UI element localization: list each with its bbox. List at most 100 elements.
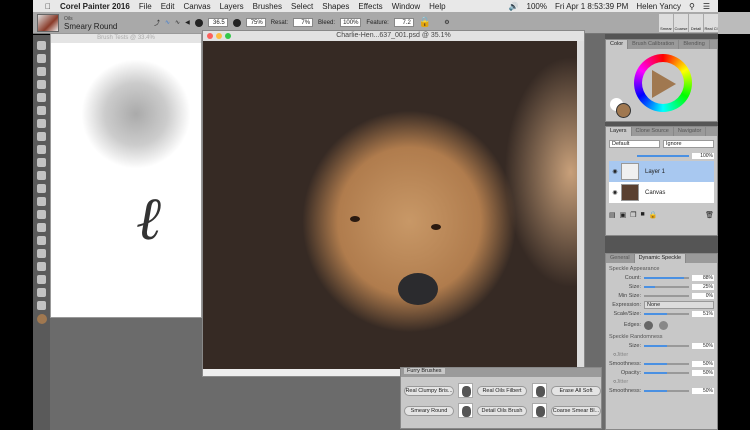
scale-value[interactable]: 51% [692,310,714,317]
magnifier-icon[interactable] [37,288,46,297]
color-triangle[interactable] [652,70,676,98]
pen-icon[interactable] [37,171,46,180]
composite-select[interactable]: Ignore [663,140,714,148]
tab-brush-calibration[interactable]: Brush Calibration [628,40,680,49]
painting-canvas[interactable] [203,41,578,369]
recent-brush[interactable]: Detail [689,13,703,32]
dodge-icon[interactable] [37,236,46,245]
stylus-icon[interactable]: ⚙ [444,19,449,26]
expression-select[interactable]: None [644,300,714,309]
soft-edge-option[interactable] [659,320,668,330]
menu-layers[interactable]: Layers [220,2,244,11]
menu-file[interactable]: File [139,2,152,11]
count-slider[interactable] [644,276,689,279]
menu-window[interactable]: Window [392,2,420,11]
bleed-field[interactable]: 100% [340,18,362,27]
zoom-button[interactable] [225,33,231,39]
resat-field[interactable]: 7% [293,18,314,27]
layer-opacity-value[interactable]: 100% [692,152,714,159]
text-icon[interactable] [37,197,46,206]
tab-clone-source[interactable]: Clone Source [632,127,674,136]
rotate-icon[interactable] [37,301,46,310]
rectangle-icon[interactable] [37,184,46,193]
menu-app[interactable]: Corel Painter 2016 [60,2,130,11]
main-color-swatch[interactable] [36,314,47,324]
brush-button[interactable]: Coarse Smear Bl... [551,406,601,416]
layer-opacity-slider[interactable] [637,154,689,157]
rect-select-icon[interactable] [37,119,46,128]
brush-selector[interactable]: Oils Smeary Round [64,15,124,31]
dropper-tool-icon[interactable] [37,54,46,63]
user-name[interactable]: Helen Yancy [636,2,681,11]
feature-field[interactable]: 7.2 [393,18,414,27]
tab-blending[interactable]: Blending [679,40,710,49]
crop-icon[interactable] [37,145,46,154]
tab-navigator[interactable]: Navigator [674,127,707,136]
grabber-icon[interactable] [37,275,46,284]
rand-opacity-slider[interactable] [644,371,689,374]
vertical-scrollbar[interactable] [577,41,584,369]
layer-row[interactable]: ◉ Layer 1 [609,161,714,182]
color-wheel[interactable] [634,54,692,112]
mask-icon[interactable]: ▣ [620,211,627,219]
new-layer-icon[interactable]: ■ [641,211,645,219]
datetime[interactable]: Fri Apr 1 8:53:39 PM [555,2,628,11]
eye-icon[interactable]: ◉ [609,189,621,196]
brush-tests-window[interactable]: Brush Tests @ 33.4% ℓ [50,33,202,318]
count-value[interactable]: 88% [692,274,714,281]
lock-layer-icon[interactable]: 🔒 [649,211,658,219]
rand-opacity-value[interactable]: 50% [692,369,714,376]
menu-shapes[interactable]: Shapes [322,2,349,11]
minimize-button[interactable] [216,33,222,39]
brush-ghost-icon[interactable]: ◀ [185,19,190,26]
menu-brushes[interactable]: Brushes [253,2,282,11]
hard-edge-option[interactable] [644,320,653,330]
min-size-value[interactable]: 0% [692,292,714,299]
cloner-icon[interactable] [37,223,46,232]
brush-tool-icon[interactable] [37,41,46,50]
layer-row[interactable]: ◉ Canvas [609,182,714,203]
size-field[interactable]: 36.5 [207,18,228,27]
list-icon[interactable]: ☰ [703,2,710,11]
tab-layers[interactable]: Layers [606,127,632,136]
blend-mode-select[interactable]: Default [609,140,660,148]
battery-status[interactable]: 100% [527,2,547,11]
magic-wand-icon[interactable] [37,132,46,141]
min-size-slider[interactable] [644,294,689,297]
main-color-swatch[interactable] [616,103,631,118]
search-icon[interactable]: ⚲ [689,2,695,11]
recent-brush[interactable]: Real Cl [704,13,718,32]
document-window[interactable]: Charlie-Hen...637_001.psd @ 35.1% [202,30,585,377]
delete-layer-icon[interactable]: 🗑 [705,211,714,219]
rand-size-value[interactable]: 50% [692,342,714,349]
brush-button[interactable]: Real Oils Filbert [477,386,527,396]
brush-button[interactable]: Real Clumpy Bris... [404,386,454,396]
menu-select[interactable]: Select [291,2,313,11]
tab-color[interactable]: Color [606,40,629,49]
brush-thumbnail[interactable] [532,403,547,418]
brush-button[interactable]: Detail Oils Brush [477,406,527,416]
menu-effects[interactable]: Effects [358,2,382,11]
shape-select-icon[interactable] [37,210,46,219]
smoothness-value[interactable]: 50% [692,360,714,367]
opacity-field[interactable]: 75% [245,18,266,27]
tab-dynamic-speckle[interactable]: Dynamic Speckle [634,254,687,263]
straight-line-icon[interactable]: ∿ [175,19,180,26]
recent-brush[interactable]: Coarse [674,13,688,32]
eye-icon[interactable]: ◉ [609,168,621,175]
menu-canvas[interactable]: Canvas [184,2,211,11]
brush-button[interactable]: Erase All Soft [551,386,601,396]
freehand-icon[interactable]: ∿ [165,19,170,26]
group-icon[interactable]: ❐ [630,211,636,219]
brush-thumbnail[interactable] [458,383,473,398]
close-button[interactable] [207,33,213,39]
stroke-icon[interactable]: ⤴ [154,18,160,27]
brush-thumbnail[interactable] [458,403,473,418]
brush-button[interactable]: Smeary Round [404,406,454,416]
brush-thumbnail[interactable] [532,383,547,398]
smoothness-value[interactable]: 50% [692,387,714,394]
size-value[interactable]: 25% [692,283,714,290]
volume-icon[interactable]: 🔊 [509,2,519,11]
layer-commands-icon[interactable]: ▤ [609,211,616,219]
scale-slider[interactable] [644,312,689,315]
